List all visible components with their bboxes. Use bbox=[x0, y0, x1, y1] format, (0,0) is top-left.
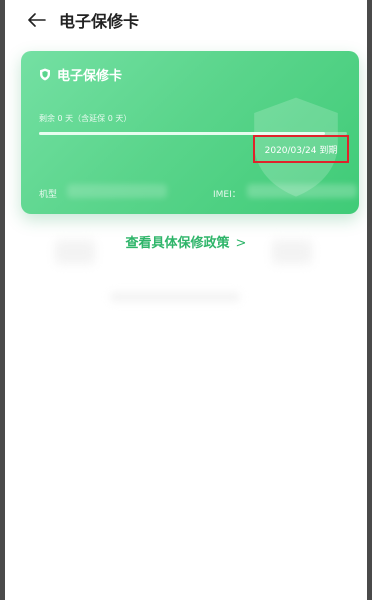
imei-value-redacted bbox=[247, 184, 357, 198]
chevron-right-icon: > bbox=[235, 236, 247, 251]
arrow-left-icon bbox=[28, 13, 46, 27]
screen-frame-left bbox=[0, 0, 5, 600]
back-button[interactable] bbox=[17, 0, 57, 40]
top-bar: 电子保修卡 bbox=[5, 0, 367, 40]
screen-frame-right bbox=[367, 0, 372, 600]
model-value-redacted bbox=[67, 184, 167, 198]
page-title: 电子保修卡 bbox=[59, 12, 140, 31]
shield-icon bbox=[39, 68, 51, 81]
policy-link-label: 查看具体保修政策 bbox=[125, 236, 230, 251]
model-label: 机型 bbox=[39, 190, 58, 200]
expiry-highlight-box: 2020/03/24 到期 bbox=[253, 135, 349, 163]
remaining-days: 剩余 0 天（含延保 0 天） bbox=[39, 114, 132, 123]
warranty-policy-link[interactable]: 查看具体保修政策 > bbox=[0, 232, 372, 251]
blurred-area bbox=[110, 292, 240, 302]
imei-label: IMEI： bbox=[213, 190, 241, 200]
card-title: 电子保修卡 bbox=[39, 65, 122, 84]
expiry-date: 2020/03/24 到期 bbox=[264, 145, 338, 156]
card-title-text: 电子保修卡 bbox=[57, 69, 123, 84]
warranty-card: 电子保修卡 剩余 0 天（含延保 0 天） 2020/03/24 到期 机型 I… bbox=[21, 51, 359, 214]
